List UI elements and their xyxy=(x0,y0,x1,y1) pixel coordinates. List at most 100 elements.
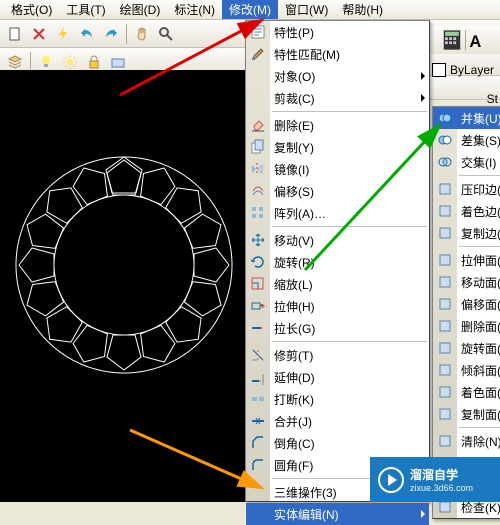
menu-item-label: 复制面(F) xyxy=(461,406,500,423)
submenu-arrow-icon xyxy=(421,94,425,102)
break-icon xyxy=(249,390,267,408)
drawing-canvas[interactable] xyxy=(0,70,245,502)
menu-separator xyxy=(459,175,500,176)
brush-icon xyxy=(249,45,267,63)
menu-item[interactable]: 清除(N) xyxy=(433,430,500,452)
new-icon[interactable] xyxy=(4,23,26,45)
menu-item-label: 修剪(T) xyxy=(274,347,313,364)
menu-item[interactable]: 剪裁(C) xyxy=(246,87,429,109)
menu-item[interactable]: 倒角(C) xyxy=(246,432,429,454)
menu-item-label: 特性(P) xyxy=(274,24,314,41)
menu-item[interactable]: 缩放(L) xyxy=(246,273,429,295)
hand-icon[interactable] xyxy=(131,23,153,45)
offset-icon xyxy=(249,182,267,200)
menu-modify[interactable]: 修改(M) xyxy=(222,0,278,19)
array-icon xyxy=(249,204,267,222)
svg-text:A: A xyxy=(469,33,481,51)
menu-item-label: 倾斜面(T) xyxy=(461,362,500,379)
menu-item[interactable]: 倾斜面(T) xyxy=(433,359,500,381)
menu-item[interactable]: 压印边(I) xyxy=(433,178,500,200)
menu-window[interactable]: 窗口(W) xyxy=(278,0,335,19)
menu-item[interactable]: 旋转(R) xyxy=(246,251,429,273)
menu-item[interactable]: 镜像(I) xyxy=(246,158,429,180)
menu-item[interactable]: 对象(O) xyxy=(246,65,429,87)
submenu-arrow-icon xyxy=(421,72,425,80)
deletef-icon xyxy=(436,317,454,335)
zoom-icon[interactable] xyxy=(155,23,177,45)
trim-icon xyxy=(249,346,267,364)
menu-item-label: 压印边(I) xyxy=(461,181,500,198)
menu-item[interactable]: 拉长(G) xyxy=(246,317,429,339)
menu-item[interactable]: 删除面(D) xyxy=(433,315,500,337)
menu-item-label: 差集(S) xyxy=(461,132,500,149)
colorf-icon xyxy=(436,383,454,401)
menu-item[interactable]: 拉伸(H) xyxy=(246,295,429,317)
submenu-arrow-icon xyxy=(421,510,425,518)
menu-item[interactable]: 复制边(G) xyxy=(433,222,500,244)
menu-item[interactable]: 着色面(C) xyxy=(433,381,500,403)
cut-icon[interactable] xyxy=(28,23,50,45)
menu-item[interactable]: 特性(P) xyxy=(246,21,429,43)
menu-item[interactable]: 修剪(T) xyxy=(246,344,429,366)
move-icon xyxy=(249,231,267,249)
menubar: 格式(O) 工具(T) 绘图(D) 标注(N) 修改(M) 窗口(W) 帮助(H… xyxy=(0,0,500,20)
undo-icon[interactable] xyxy=(76,23,98,45)
rotate-icon xyxy=(249,253,267,271)
menu-item[interactable]: 合并(J) xyxy=(246,410,429,432)
menu-item[interactable]: 删除(E) xyxy=(246,114,429,136)
menu-item-label: 并集(U) xyxy=(461,110,500,127)
menu-item-label: 圆角(F) xyxy=(274,457,313,474)
menu-item-label: 对象(O) xyxy=(274,68,315,85)
menu-item[interactable]: 偏移面(O) xyxy=(433,293,500,315)
menu-item-label: 着色边(L) xyxy=(461,203,500,220)
menu-item[interactable]: 着色边(L) xyxy=(433,200,500,222)
menu-item-label: 复制(Y) xyxy=(274,139,314,156)
menu-item[interactable]: 打断(K) xyxy=(246,388,429,410)
menu-item-label: 阵列(A)… xyxy=(274,205,326,222)
coloredge-icon xyxy=(436,202,454,220)
style-label: St xyxy=(487,92,498,106)
lengthen-icon xyxy=(249,319,267,337)
menu-item[interactable]: 实体编辑(N) xyxy=(246,503,429,525)
menu-item-label: 镜像(I) xyxy=(274,161,309,178)
menu-separator xyxy=(272,111,427,112)
play-icon xyxy=(378,467,404,493)
menu-item[interactable]: 拉伸面(E) xyxy=(433,249,500,271)
copyedge-icon xyxy=(436,224,454,242)
menu-item-label: 偏移(S) xyxy=(274,183,314,200)
menu-help[interactable]: 帮助(H) xyxy=(335,0,390,19)
menu-item-label: 拉伸(H) xyxy=(274,298,315,315)
menu-item[interactable]: 旋转面(A) xyxy=(433,337,500,359)
props-icon xyxy=(249,23,267,41)
menu-item[interactable]: 延伸(D) xyxy=(246,366,429,388)
menu-item[interactable]: 移动面(M) xyxy=(433,271,500,293)
color-swatch[interactable] xyxy=(432,63,446,77)
menu-separator xyxy=(272,226,427,227)
menu-draw[interactable]: 绘图(D) xyxy=(113,0,168,19)
menu-item-label: 延伸(D) xyxy=(274,369,315,386)
menu-item[interactable]: 复制(Y) xyxy=(246,136,429,158)
menu-item-label: 合并(J) xyxy=(274,413,312,430)
menu-item[interactable]: 偏移(S) xyxy=(246,180,429,202)
menu-format[interactable]: 格式(O) xyxy=(4,0,59,19)
text-aa-icon[interactable]: A xyxy=(468,29,490,51)
menu-dimension[interactable]: 标注(N) xyxy=(167,0,222,19)
menu-item[interactable]: 移动(V) xyxy=(246,229,429,251)
bolt-icon[interactable] xyxy=(52,23,74,45)
menu-item[interactable]: 特性匹配(M) xyxy=(246,43,429,65)
redo-icon[interactable] xyxy=(100,23,122,45)
menu-tools[interactable]: 工具(T) xyxy=(59,0,112,19)
menu-item[interactable]: 交集(I) xyxy=(433,151,500,173)
bylayer-selector[interactable]: ByLayer xyxy=(426,58,500,82)
calc-icon[interactable]: A xyxy=(430,26,500,54)
menu-item[interactable]: 差集(S) xyxy=(433,129,500,151)
menu-item[interactable]: 并集(U) xyxy=(433,107,500,129)
menu-item-label: 移动面(M) xyxy=(461,274,500,291)
clean-icon xyxy=(436,432,454,450)
menu-item-label: 拉长(G) xyxy=(274,320,315,337)
menu-item[interactable]: 复制面(F) xyxy=(433,403,500,425)
menu-item-label: 实体编辑(N) xyxy=(274,506,339,523)
menu-item[interactable]: 阵列(A)… xyxy=(246,202,429,224)
menu-item-label: 着色面(C) xyxy=(461,384,500,401)
menu-item-label: 特性匹配(M) xyxy=(274,46,340,63)
